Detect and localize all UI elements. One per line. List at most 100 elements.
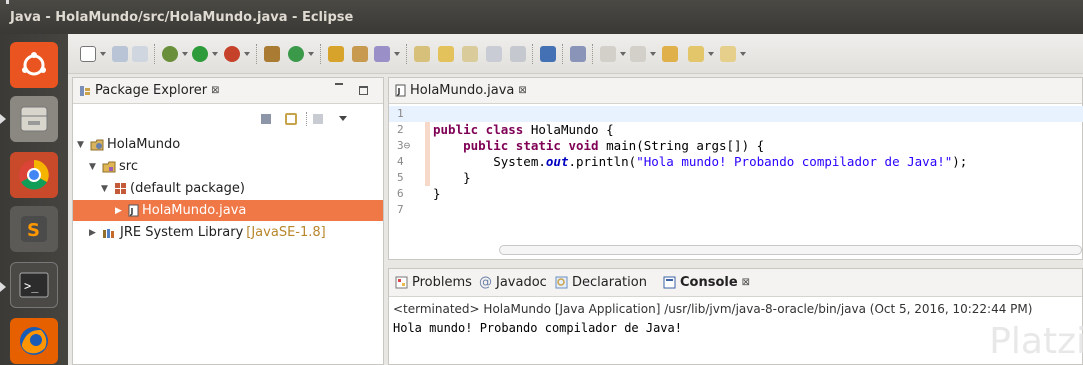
- open-type-icon[interactable]: [328, 46, 344, 62]
- search-icon[interactable]: [374, 46, 390, 62]
- dropdown-arrow-icon[interactable]: [182, 52, 188, 56]
- close-tab-icon[interactable]: ⊠: [518, 85, 526, 96]
- back-icon[interactable]: [688, 46, 704, 62]
- forward-icon[interactable]: [720, 46, 736, 62]
- tab-label: Declaration: [572, 275, 647, 290]
- horizontal-scrollbar[interactable]: [499, 245, 1082, 255]
- tab-declaration[interactable]: Declaration: [555, 275, 647, 290]
- terminal-launcher-button[interactable]: >_: [10, 262, 58, 308]
- open-task-icon[interactable]: [352, 46, 368, 62]
- code-line[interactable]: 4 System.out.println("Hola mundo! Proban…: [389, 154, 1083, 170]
- main-toolbar: [68, 34, 1083, 74]
- console-tabbar: Problems @ Javadoc Declaration Console ⊠: [389, 269, 1082, 297]
- tab-label: Problems: [412, 275, 472, 290]
- dropdown-arrow-icon[interactable]: [650, 52, 656, 56]
- code-line[interactable]: 7: [389, 202, 1083, 218]
- dropdown-arrow-icon[interactable]: [708, 52, 714, 56]
- last-edit-icon[interactable]: [662, 46, 678, 62]
- code-token: main(String args[]) {: [598, 138, 765, 153]
- editor-tabbar: J HolaMundo.java ⊠: [389, 78, 1082, 104]
- dropdown-arrow-icon[interactable]: [244, 52, 250, 56]
- code-line[interactable]: 2 public class HolaMundo {: [389, 122, 1083, 138]
- toolbar-separator: [592, 44, 593, 64]
- minimize-icon[interactable]: [335, 82, 343, 85]
- save-icon[interactable]: [112, 46, 128, 62]
- chrome-launcher-button[interactable]: [10, 152, 58, 198]
- line-number: 5: [397, 171, 404, 184]
- expand-arrow-icon[interactable]: ▼: [77, 140, 87, 150]
- tab-console[interactable]: Console ⊠: [663, 275, 750, 290]
- expand-arrow-icon[interactable]: ▼: [89, 162, 99, 172]
- chrome-icon: [19, 160, 49, 190]
- tab-problems[interactable]: Problems: [395, 275, 472, 290]
- code-text: public class HolaMundo {: [433, 122, 614, 138]
- firefox-launcher-button[interactable]: [10, 318, 58, 364]
- active-indicator: [0, 114, 6, 124]
- annotation-icon[interactable]: [414, 46, 430, 62]
- block-selection-icon[interactable]: [510, 46, 526, 62]
- save-all-icon[interactable]: [132, 46, 148, 62]
- svg-text:S: S: [27, 220, 40, 241]
- java-file-icon: J: [395, 84, 406, 97]
- console-icon[interactable]: [540, 46, 556, 62]
- dropdown-arrow-icon[interactable]: [394, 52, 400, 56]
- tab-label: Package Explorer: [95, 83, 208, 98]
- tree-item-src[interactable]: ▼ src: [89, 156, 138, 177]
- highlight-icon[interactable]: [438, 46, 454, 62]
- expand-arrow-icon[interactable]: ▶: [115, 206, 125, 216]
- dropdown-arrow-icon[interactable]: [308, 52, 314, 56]
- tree-item-java-file[interactable]: ▶ J HolaMundo.java: [73, 200, 383, 221]
- link-with-editor-icon[interactable]: [285, 113, 297, 125]
- toolbar-separator: [256, 44, 257, 64]
- view-menu-icon[interactable]: [339, 116, 347, 121]
- previous-annotation-icon[interactable]: [630, 46, 646, 62]
- eclipse-workbench: Package Explorer ⊠ ▼ HolaMundo ▼ src ▼ (…: [68, 34, 1083, 365]
- svg-text:J: J: [130, 207, 134, 216]
- tree-item-jre-library[interactable]: ▶ JRE System Library [JavaSE-1.8]: [89, 222, 326, 243]
- tab-javadoc[interactable]: @ Javadoc: [479, 275, 547, 290]
- files-launcher-button[interactable]: [10, 96, 58, 142]
- code-line[interactable]: 3⊖ public static void main(String args[]…: [389, 138, 1083, 154]
- dropdown-arrow-icon[interactable]: [740, 52, 746, 56]
- new-class-icon[interactable]: [288, 46, 304, 62]
- tab-holamundo-java[interactable]: J HolaMundo.java ⊠: [395, 83, 527, 98]
- expand-arrow-icon[interactable]: ▶: [89, 228, 99, 238]
- terminal-icon: >_: [19, 272, 49, 298]
- collapse-all-icon[interactable]: [261, 114, 271, 124]
- code-token: HolaMundo {: [523, 122, 614, 137]
- expand-arrow-icon[interactable]: ▼: [101, 184, 111, 194]
- tab-package-explorer[interactable]: Package Explorer ⊠: [79, 83, 220, 98]
- platzi-watermark: Platzi: [989, 321, 1083, 362]
- new-java-project-icon[interactable]: [264, 46, 280, 62]
- code-line[interactable]: 6}: [389, 186, 1083, 202]
- toolbar-separator: [562, 44, 563, 64]
- code-line[interactable]: 1: [389, 106, 1083, 122]
- tree-item-label: src: [119, 159, 138, 174]
- next-annotation-icon[interactable]: [600, 46, 616, 62]
- code-line[interactable]: 5 }: [389, 170, 1083, 186]
- show-whitespace-icon[interactable]: [486, 46, 502, 62]
- focus-icon[interactable]: [313, 114, 323, 124]
- toggle-mark-icon[interactable]: [570, 46, 586, 62]
- maximize-icon[interactable]: [359, 86, 368, 95]
- close-tab-icon[interactable]: ⊠: [742, 277, 750, 288]
- dropdown-arrow-icon[interactable]: [100, 52, 106, 56]
- new-icon[interactable]: [80, 46, 96, 62]
- tree-item-default-package[interactable]: ▼ (default package): [101, 178, 245, 199]
- debug-icon[interactable]: [162, 46, 178, 62]
- package-icon: [115, 183, 126, 194]
- code-area[interactable]: 1 2 public class HolaMundo {3⊖ public stat…: [389, 106, 1083, 218]
- run-icon[interactable]: [192, 46, 208, 62]
- tree-item-project[interactable]: ▼ HolaMundo: [77, 134, 180, 155]
- ubuntu-dash-button[interactable]: [10, 42, 58, 88]
- ubuntu-logo-icon: [22, 52, 46, 76]
- dropdown-arrow-icon[interactable]: [212, 52, 218, 56]
- pin-icon[interactable]: [462, 46, 478, 62]
- external-tools-icon[interactable]: [224, 46, 240, 62]
- sublime-launcher-button[interactable]: S: [10, 206, 58, 252]
- close-tab-icon[interactable]: ⊠: [211, 85, 219, 96]
- dropdown-arrow-icon[interactable]: [620, 52, 626, 56]
- firefox-icon: [20, 327, 48, 355]
- code-text: }: [433, 186, 441, 202]
